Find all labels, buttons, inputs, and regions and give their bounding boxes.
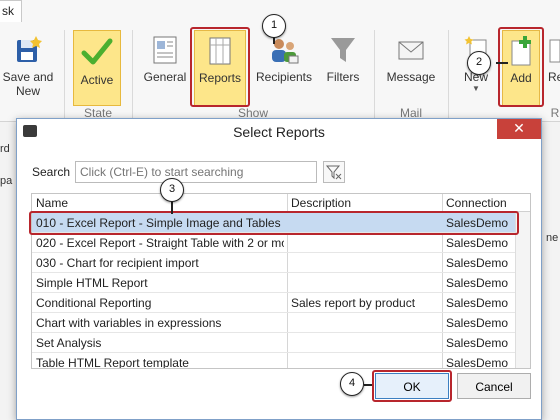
- grid-header: Name Description Connection: [32, 194, 530, 212]
- dialog-titlebar[interactable]: Select Reports ✕: [17, 119, 541, 145]
- re-button-partial[interactable]: Re: [548, 30, 560, 106]
- save-and-new-button[interactable]: Save and New: [0, 30, 56, 106]
- save-and-new-icon: [17, 36, 42, 62]
- message-label: Message: [386, 70, 436, 84]
- close-button[interactable]: ✕: [497, 119, 541, 139]
- select-reports-dialog: Select Reports ✕ Search Name Description…: [16, 118, 542, 420]
- general-button[interactable]: General: [142, 30, 188, 106]
- tab-task[interactable]: sk: [0, 0, 22, 22]
- check-icon: [81, 38, 113, 65]
- close-icon: ✕: [513, 120, 525, 136]
- highlight-selected-row-box: [29, 211, 519, 235]
- table-row[interactable]: Table HTML Report template SalesDemo: [32, 353, 516, 369]
- active-button[interactable]: Active: [73, 30, 121, 106]
- cell-connection: SalesDemo: [446, 236, 509, 250]
- highlight-ok-box: [372, 370, 452, 402]
- partial-icon: [549, 39, 560, 63]
- cell-name: Conditional Reporting: [36, 296, 152, 310]
- cancel-button[interactable]: Cancel: [457, 373, 531, 399]
- cell-name: Table HTML Report template: [36, 356, 189, 369]
- cell-connection: SalesDemo: [446, 296, 509, 310]
- callout-leader-4: [364, 384, 372, 386]
- column-header-name[interactable]: Name: [36, 196, 68, 210]
- cell-name: Set Analysis: [36, 336, 102, 350]
- table-row[interactable]: Simple HTML Report SalesDemo: [32, 273, 516, 293]
- cell-name: Simple HTML Report: [36, 276, 148, 290]
- column-header-connection[interactable]: Connection: [446, 196, 507, 210]
- filter-clear-icon: [325, 165, 342, 180]
- envelope-icon: [398, 41, 424, 60]
- filters-button[interactable]: Filters: [320, 30, 366, 106]
- save-and-new-label: Save and New: [2, 70, 54, 98]
- ribbon-separator: [448, 30, 449, 118]
- callout-leader-2: [496, 62, 508, 64]
- re-label: Re: [548, 70, 560, 84]
- cell-connection: SalesDemo: [446, 356, 509, 369]
- callout-4: 4: [340, 372, 364, 396]
- chevron-down-icon: ▼: [472, 84, 480, 93]
- search-label: Search: [32, 165, 71, 179]
- callout-3: 3: [160, 178, 184, 202]
- table-row[interactable]: Chart with variables in expressions Sale…: [32, 313, 516, 333]
- cell-connection: SalesDemo: [446, 336, 509, 350]
- table-row[interactable]: Set Analysis SalesDemo: [32, 333, 516, 353]
- table-row[interactable]: 030 - Chart for recipient import SalesDe…: [32, 253, 516, 273]
- general-label: General: [143, 70, 187, 84]
- recipients-label: Recipients: [255, 70, 313, 84]
- table-row[interactable]: Conditional Reporting Sales report by pr…: [32, 293, 516, 313]
- funnel-icon: [331, 38, 355, 62]
- cell-name: Chart with variables in expressions: [36, 316, 222, 330]
- dialog-title: Select Reports: [233, 124, 325, 140]
- table-row[interactable]: 020 - Excel Report - Straight Table with…: [32, 233, 516, 253]
- message-button[interactable]: Message: [382, 30, 440, 106]
- callout-2: 2: [467, 51, 491, 75]
- highlight-reports-box: [190, 27, 250, 107]
- callout-1: 1: [262, 14, 286, 38]
- vertical-scrollbar[interactable]: [515, 212, 530, 368]
- search-input[interactable]: [75, 161, 317, 183]
- ribbon-separator: [132, 30, 133, 118]
- highlight-add-box: [498, 27, 544, 107]
- cell-name: 020 - Excel Report - Straight Table with…: [36, 236, 284, 250]
- cell-description: Sales report by product: [291, 296, 416, 310]
- cell-connection: SalesDemo: [446, 276, 509, 290]
- callout-leader-3: [171, 200, 173, 214]
- recipients-button[interactable]: Recipients: [254, 30, 314, 106]
- cell-name: 030 - Chart for recipient import: [36, 256, 199, 270]
- active-label: Active: [80, 73, 114, 87]
- background-text-ne: ne: [546, 232, 559, 244]
- cell-connection: SalesDemo: [446, 316, 509, 330]
- filter-clear-button[interactable]: [323, 161, 345, 183]
- general-icon: [153, 36, 177, 64]
- group-label-r: R: [550, 106, 560, 120]
- ribbon-separator: [374, 30, 375, 118]
- column-header-description[interactable]: Description: [291, 196, 351, 210]
- filters-label: Filters: [326, 70, 360, 84]
- ribbon-separator: [64, 30, 65, 118]
- cell-connection: SalesDemo: [446, 256, 509, 270]
